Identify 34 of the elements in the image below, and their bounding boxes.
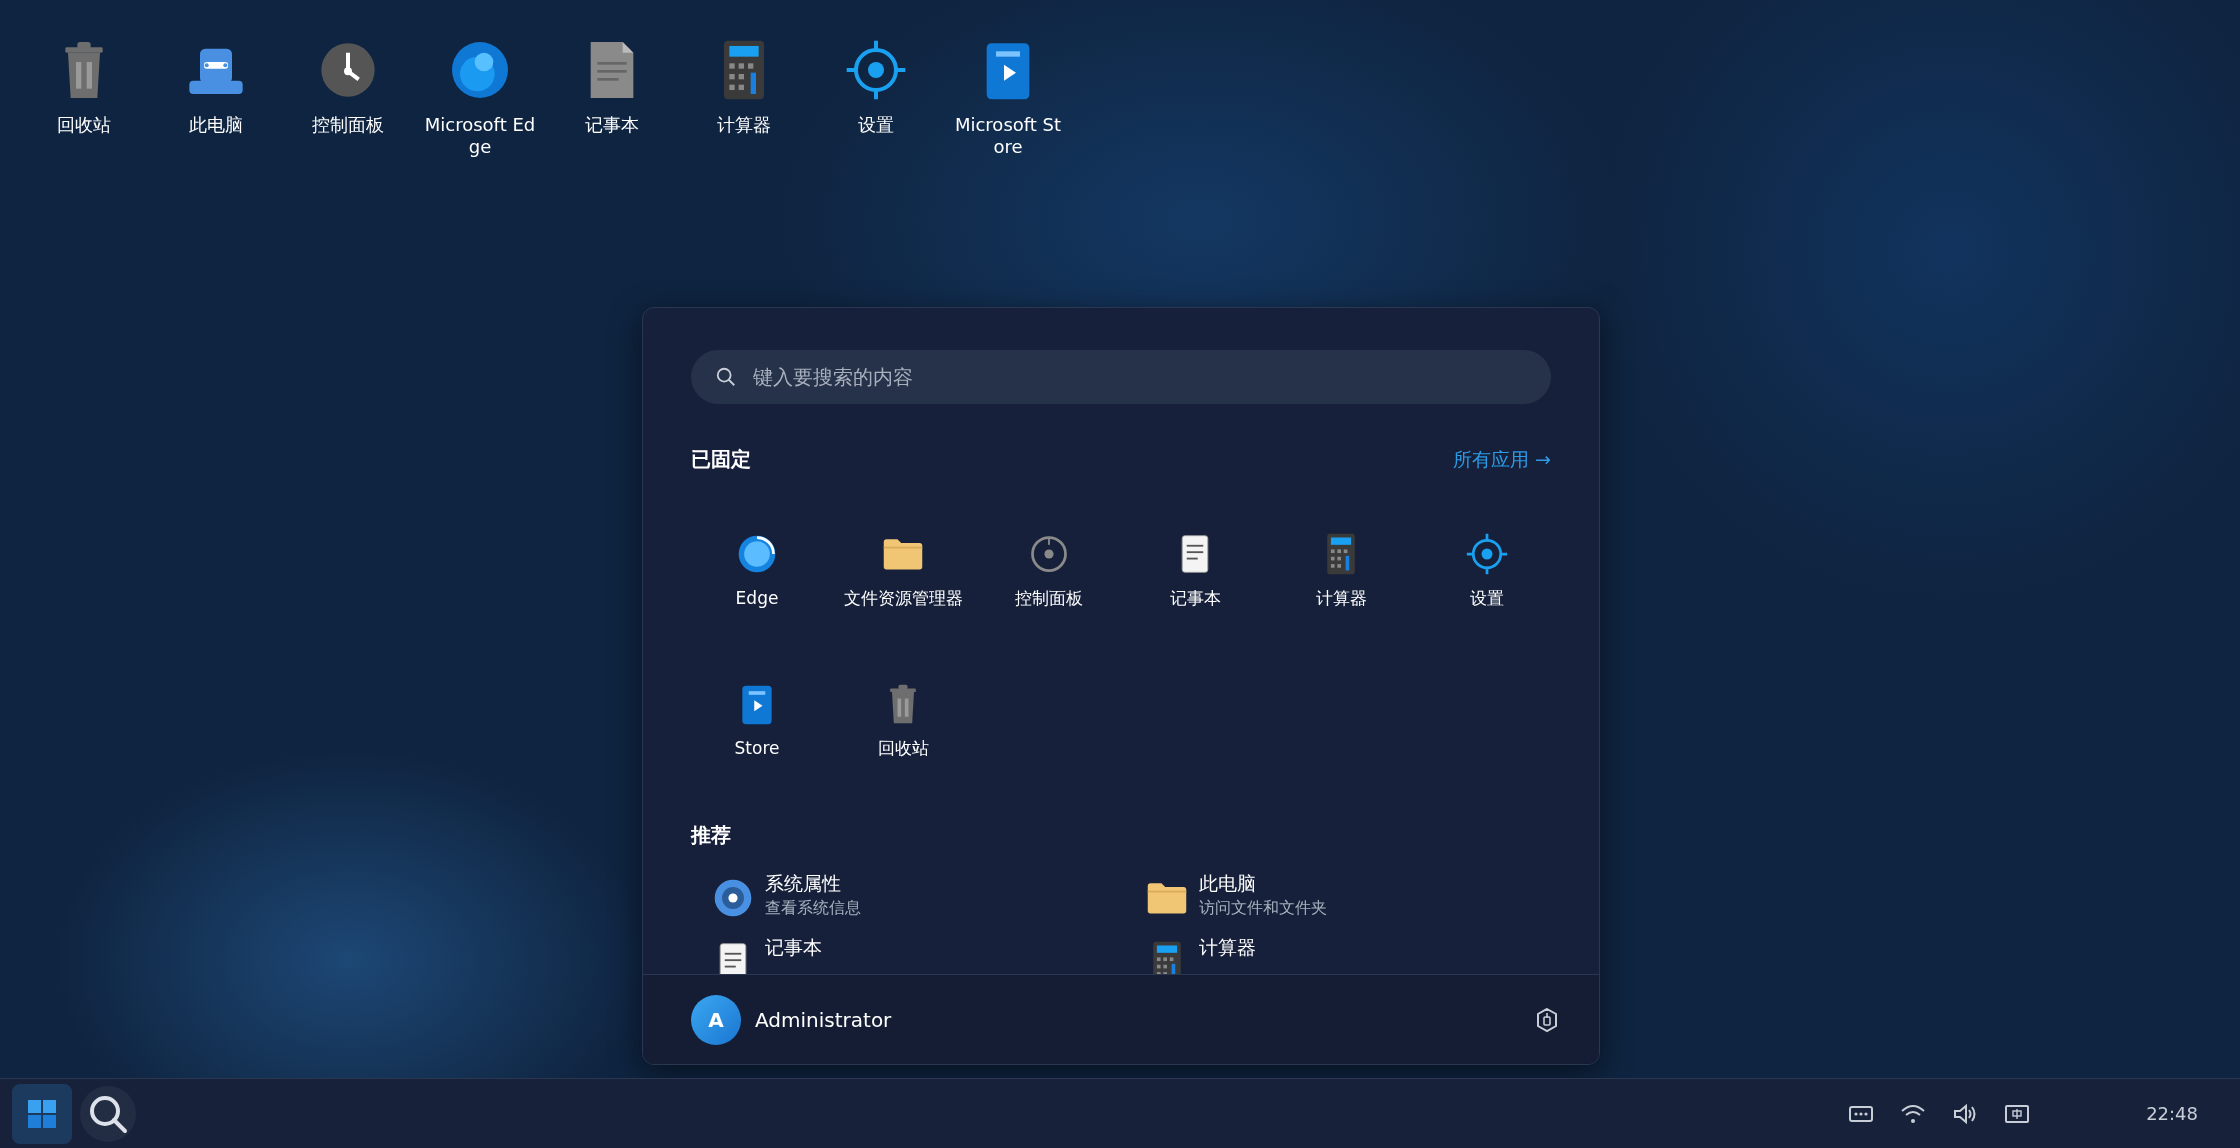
app-label[interactable]: 回收站 (877, 736, 929, 762)
crosshair-icon (844, 38, 908, 102)
desktop-icon-label[interactable]: 设置 (820, 114, 932, 136)
crosshair-icon (1465, 532, 1509, 576)
windows-icon (27, 1098, 57, 1129)
power-icon[interactable] (1535, 1006, 1559, 1033)
search-field[interactable]: 键入要搜索的内容 (691, 350, 1551, 404)
start-button[interactable] (12, 1083, 72, 1144)
app-label[interactable]: 计算器 (1315, 586, 1367, 612)
desktop-icon-label[interactable]: 此电脑 (160, 114, 272, 136)
app-label[interactable]: Edge (735, 586, 779, 612)
desktop-icon-label[interactable]: 回收站 (28, 114, 140, 136)
section-heading: 已固定 (691, 446, 751, 473)
desktop-icon-label[interactable]: 控制面板 (292, 114, 404, 136)
desktop-icon-label[interactable]: 计算器 (688, 114, 800, 136)
all-apps-link[interactable]: 所有应用 → (1453, 444, 1551, 474)
recommended-subtitle: 查看系统信息 (765, 897, 861, 919)
clock-time[interactable]: 22:48 (2146, 1100, 2198, 1127)
app-label[interactable]: 文件资源管理器 (843, 586, 963, 612)
app-label[interactable]: Store (734, 736, 780, 762)
user-name[interactable]: Administrator (755, 1004, 892, 1035)
section-heading: 推荐 (691, 822, 732, 849)
desktop-icon-label[interactable]: 记事本 (556, 114, 668, 136)
recommended-title[interactable]: 系统属性 (765, 870, 861, 896)
recommended-title[interactable]: 记事本 (765, 934, 822, 960)
app-label[interactable]: 控制面板 (1015, 586, 1083, 612)
desktop-icon-label[interactable]: Microsoft Store (952, 114, 1064, 158)
recommended-title[interactable]: 此电脑 (1199, 870, 1327, 896)
recommended-title[interactable]: 计算器 (1199, 934, 1256, 960)
recommended-subtitle: 访问文件和文件夹 (1199, 897, 1327, 919)
app-label[interactable]: 记事本 (1169, 586, 1221, 612)
desktop-icon-label[interactable]: Microsoft Edge (424, 114, 536, 158)
app-label[interactable]: 设置 (1470, 586, 1504, 612)
search-icon (715, 366, 737, 388)
